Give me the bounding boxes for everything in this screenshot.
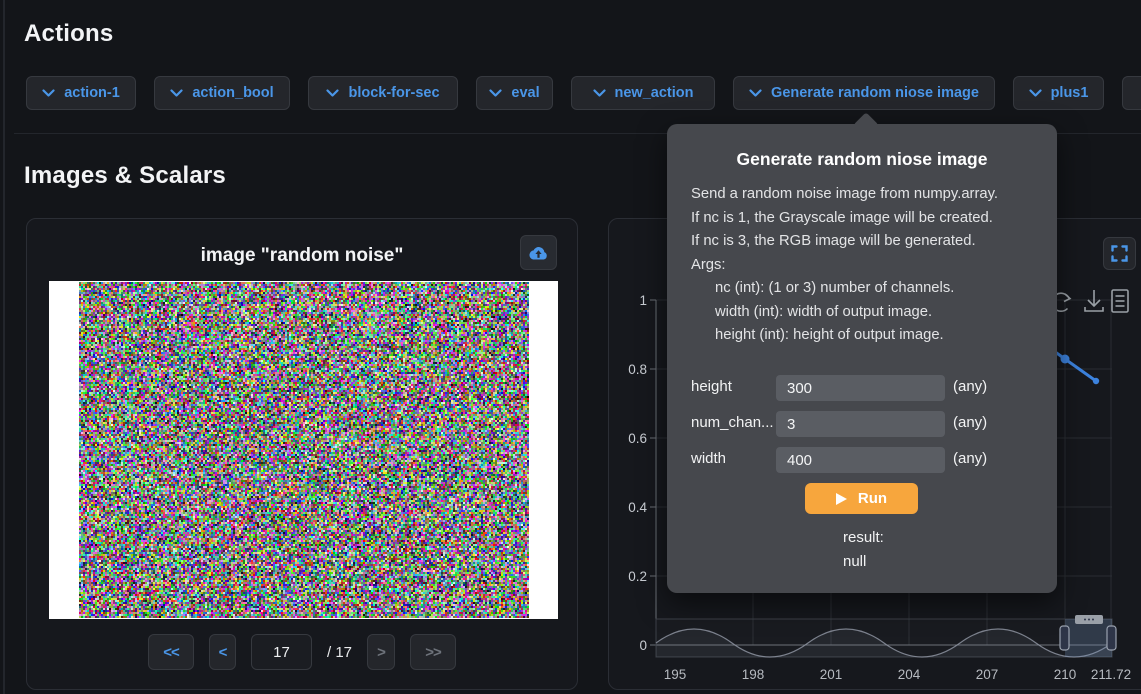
- svg-text:0.6: 0.6: [628, 431, 647, 446]
- action-label: action_bool: [192, 85, 273, 101]
- image-card-title: image "random noise": [27, 245, 577, 267]
- images-section-title: Images & Scalars: [24, 162, 226, 190]
- datazoom-handle-left[interactable]: [1060, 626, 1069, 650]
- action-button-action-1[interactable]: action-1: [26, 76, 136, 110]
- action-label: new_action: [615, 85, 694, 101]
- chart-toolbox: [1052, 290, 1128, 312]
- svg-text:1: 1: [639, 293, 647, 308]
- action-button-new-action[interactable]: new_action: [571, 76, 715, 110]
- arg-type: (any): [953, 378, 987, 395]
- arg-row-width: width (any): [667, 442, 1057, 478]
- svg-text:204: 204: [898, 667, 921, 682]
- popup-caret: [853, 112, 878, 137]
- svg-text:0.4: 0.4: [628, 500, 647, 515]
- action-button-partial[interactable]: [1122, 76, 1141, 110]
- data-view-icon[interactable]: [1112, 290, 1128, 312]
- chevron-down-icon: [42, 89, 55, 98]
- svg-text:201: 201: [820, 667, 843, 682]
- chevron-down-icon: [593, 89, 606, 98]
- arg-input-width[interactable]: [776, 447, 945, 473]
- svg-text:210: 210: [1054, 667, 1077, 682]
- svg-text:0.2: 0.2: [628, 569, 647, 584]
- arg-label: height: [691, 378, 775, 395]
- description-line: nc (int): (1 or 3) number of channels.: [691, 277, 1057, 301]
- action-button-plus1[interactable]: plus1: [1013, 76, 1104, 110]
- scrollbar-rail[interactable]: [3, 0, 5, 694]
- arg-row-num-channels: num_chan... (any): [667, 406, 1057, 442]
- description-line: Args:: [691, 254, 1057, 278]
- result-label: result:: [843, 526, 884, 550]
- actions-section-title: Actions: [24, 20, 113, 48]
- play-icon: [836, 493, 847, 505]
- arg-input-num-channels[interactable]: [776, 411, 945, 437]
- arg-row-height: height (any): [667, 370, 1057, 406]
- arg-input-height[interactable]: [776, 375, 945, 401]
- next-page-button[interactable]: >: [367, 634, 395, 670]
- noise-image: [79, 282, 529, 618]
- dashboard-page: Actions action-1 action_bool block-for-s…: [0, 0, 1141, 694]
- data-point-marker[interactable]: [1061, 355, 1070, 364]
- popup-description: Send a random noise image from numpy.arr…: [691, 183, 1057, 348]
- arg-label: num_chan...: [691, 414, 775, 431]
- description-line: If nc is 3, the RGB image will be genera…: [691, 230, 1057, 254]
- svg-text:198: 198: [742, 667, 765, 682]
- chevron-down-icon: [489, 89, 502, 98]
- chevron-down-icon: [326, 89, 339, 98]
- description-line: width (int): width of output image.: [691, 301, 1057, 325]
- image-frame: [49, 281, 558, 619]
- action-button-action-bool[interactable]: action_bool: [154, 76, 290, 110]
- svg-text:195: 195: [664, 667, 687, 682]
- chevron-down-icon: [1029, 89, 1042, 98]
- arg-label: width: [691, 450, 775, 467]
- datazoom-window[interactable]: [1065, 619, 1112, 657]
- action-label: plus1: [1051, 85, 1089, 101]
- page-number-input[interactable]: [251, 634, 312, 670]
- arg-type: (any): [953, 414, 987, 431]
- action-button-eval[interactable]: eval: [476, 76, 553, 110]
- action-label: Generate random niose image: [771, 85, 979, 101]
- popup-title: Generate random niose image: [667, 149, 1057, 170]
- run-button-label: Run: [858, 490, 887, 507]
- page-total-label: / 17: [327, 644, 352, 661]
- result-block: result: null: [843, 526, 884, 573]
- action-popup: Generate random niose image Send a rando…: [667, 124, 1057, 593]
- svg-text:207: 207: [976, 667, 999, 682]
- y-axis-labels: 1 0.8 0.6 0.4 0.2 0: [628, 293, 647, 653]
- actions-row: action-1 action_bool block-for-sec eval …: [26, 76, 1141, 110]
- result-value: null: [843, 550, 884, 574]
- description-line: Send a random noise image from numpy.arr…: [691, 183, 1057, 207]
- svg-text:0.8: 0.8: [628, 362, 647, 377]
- popup-args: height (any) num_chan... (any) width (an…: [667, 370, 1057, 478]
- datazoom-slider[interactable]: [656, 615, 1116, 657]
- svg-text:0: 0: [639, 638, 647, 653]
- action-button-block-for-sec[interactable]: block-for-sec: [308, 76, 458, 110]
- run-button[interactable]: Run: [805, 483, 918, 514]
- data-point-end[interactable]: [1093, 378, 1099, 384]
- action-label: action-1: [64, 85, 120, 101]
- cloud-upload-icon: [528, 244, 549, 261]
- datazoom-handle-right[interactable]: [1107, 626, 1116, 650]
- arg-type: (any): [953, 450, 987, 467]
- action-label: block-for-sec: [348, 85, 439, 101]
- fullscreen-icon: [1111, 245, 1128, 262]
- description-line: If nc is 1, the Grayscale image will be …: [691, 207, 1057, 231]
- image-card: image "random noise" << < / 17 > >>: [26, 218, 578, 690]
- x-axis-labels: 195 198 201 204 207 210 211.72: [664, 667, 1131, 682]
- action-button-generate-random-niose-image[interactable]: Generate random niose image: [733, 76, 995, 110]
- download-icon[interactable]: [1085, 290, 1103, 311]
- last-page-button[interactable]: >>: [410, 634, 456, 670]
- action-label: eval: [511, 85, 539, 101]
- svg-text:211.72: 211.72: [1091, 667, 1131, 682]
- chevron-down-icon: [749, 89, 762, 98]
- chart-fullscreen-button[interactable]: [1103, 237, 1136, 270]
- image-save-button[interactable]: [520, 235, 557, 270]
- prev-page-button[interactable]: <: [209, 634, 236, 670]
- description-line: height (int): height of output image.: [691, 324, 1057, 348]
- chevron-down-icon: [170, 89, 183, 98]
- image-pagination: << < / 17 > >>: [27, 634, 577, 670]
- first-page-button[interactable]: <<: [148, 634, 194, 670]
